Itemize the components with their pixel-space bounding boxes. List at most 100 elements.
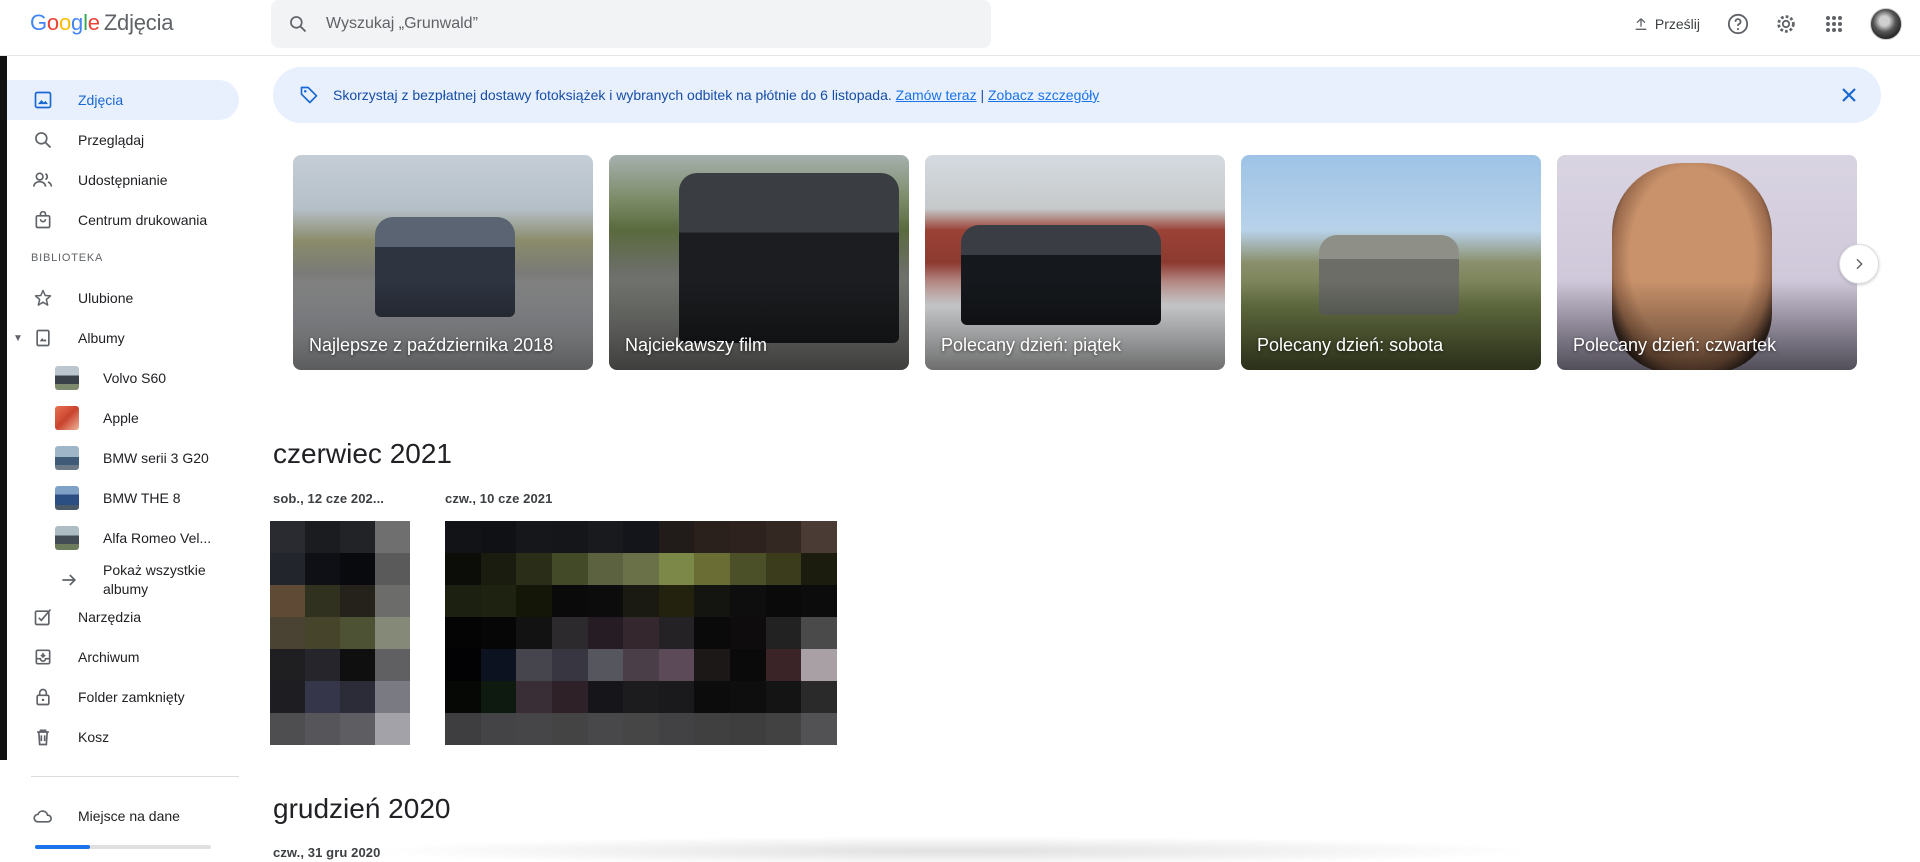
upload-label: Prześlij <box>1654 16 1700 32</box>
tag-icon <box>300 86 318 104</box>
search-placeholder: Wyszukaj „Grunwald” <box>326 15 478 32</box>
people-icon <box>31 168 55 192</box>
sidebar-item-archive[interactable]: Archiwum <box>7 637 239 677</box>
search-bar[interactable]: Wyszukaj „Grunwald” <box>271 0 991 48</box>
memory-shade <box>1241 280 1541 370</box>
month-heading: czerwiec 2021 <box>273 438 452 469</box>
month-heading: grudzień 2020 <box>273 793 451 824</box>
tools-icon <box>31 605 55 629</box>
photo-icon <box>31 88 55 112</box>
album-thumbnail <box>55 366 79 390</box>
memory-card[interactable]: Polecany dzień: sobota <box>1241 155 1541 370</box>
app-logo[interactable]: Google Zdjęcia <box>30 10 174 36</box>
window-edge <box>0 0 7 760</box>
sidebar-item-label: Archiwum <box>78 649 140 665</box>
memory-card[interactable]: Polecany dzień: piątek <box>925 155 1225 370</box>
sidebar-item-label: Udostępnianie <box>78 172 168 188</box>
sidebar-item-label: Folder zamknięty <box>78 689 185 705</box>
apps-icon[interactable] <box>1822 12 1846 36</box>
google-photos-window: Google Zdjęcia Wyszukaj „Grunwald” Prześl… <box>0 0 1920 862</box>
sidebar-item-trash[interactable]: Kosz <box>7 717 239 757</box>
sidebar-item-albums[interactable]: ▼ Albumy <box>7 318 239 358</box>
top-bar-actions: Prześlij <box>1633 0 1920 48</box>
archive-icon <box>31 645 55 669</box>
memory-caption: Najlepsze z października 2018 <box>309 335 554 355</box>
sidebar-item-label: Przeglądaj <box>78 132 145 148</box>
album-thumbnail <box>55 406 79 430</box>
storage-progress-bar <box>35 845 211 849</box>
see-details-link[interactable]: Zobacz szczegóły <box>988 87 1099 103</box>
show-all-label: Pokaż wszystkie albumy <box>103 562 206 597</box>
carousel-next-button[interactable] <box>1839 244 1879 284</box>
memory-shade <box>1557 280 1857 370</box>
close-icon[interactable] <box>1837 83 1861 107</box>
day-heading[interactable]: czw., 10 cze 2021 <box>445 491 552 506</box>
memory-caption: Polecany dzień: czwartek <box>1573 335 1777 355</box>
order-now-link[interactable]: Zamów teraz <box>896 87 977 103</box>
upload-icon <box>1635 18 1647 30</box>
album-icon <box>31 326 55 350</box>
memory-card[interactable]: Najlepsze z października 2018 <box>293 155 593 370</box>
banner-text: Skorzystaj z bezpłatnej dostawy fotoksią… <box>333 87 1099 103</box>
lock-icon <box>31 685 55 709</box>
sidebar-item-label: Centrum drukowania <box>78 212 208 228</box>
scroll-shadow <box>360 836 1540 862</box>
album-label: BMW serii 3 G20 <box>103 450 209 466</box>
cloud-icon <box>31 804 55 828</box>
photo-thumbnail[interactable] <box>445 521 837 745</box>
sidebar-item-label: Zdjęcia <box>78 92 124 108</box>
sidebar-item-locked-folder[interactable]: Folder zamknięty <box>7 677 239 717</box>
album-thumbnail <box>55 486 79 510</box>
album-item[interactable]: Apple <box>7 398 239 438</box>
settings-icon[interactable] <box>1774 12 1798 36</box>
photo-thumbnail[interactable] <box>270 521 410 745</box>
chevron-right-icon <box>1856 258 1863 270</box>
sidebar-item-print-store[interactable]: Centrum drukowania <box>7 200 239 240</box>
sidebar-item-explore[interactable]: Przeglądaj <box>7 120 239 160</box>
sidebar-divider <box>31 776 239 777</box>
search-icon <box>290 16 307 33</box>
storage-progress-fill <box>35 845 90 849</box>
promo-banner: Skorzystaj z bezpłatnej dostawy fotoksią… <box>273 67 1881 123</box>
memory-shade <box>609 280 909 370</box>
memory-caption: Polecany dzień: sobota <box>1257 335 1444 355</box>
sidebar-item-favorites[interactable]: Ulubione <box>7 278 239 318</box>
album-item[interactable]: BMW serii 3 G20 <box>7 438 239 478</box>
sidebar-item-sharing[interactable]: Udostępnianie <box>7 160 239 200</box>
banner-separator: | <box>980 87 985 103</box>
sidebar-item-utilities[interactable]: Narzędzia <box>7 597 239 637</box>
google-wordmark: Google <box>30 10 100 35</box>
album-label: BMW THE 8 <box>103 490 181 506</box>
top-bar: Google Zdjęcia Wyszukaj „Grunwald” Prześl… <box>0 0 1920 56</box>
album-item[interactable]: Volvo S60 <box>7 358 239 398</box>
memory-card[interactable]: Polecany dzień: czwartek <box>1557 155 1857 370</box>
sidebar-item-storage[interactable]: Miejsce na dane <box>7 796 239 836</box>
sidebar-item-label: Miejsce na dane <box>78 808 180 824</box>
banner-message: Skorzystaj z bezpłatnej dostawy fotoksią… <box>333 87 892 103</box>
album-item[interactable]: Alfa Romeo Vel... <box>7 518 239 558</box>
sidebar-item-label: Ulubione <box>78 290 134 306</box>
memory-caption: Najciekawszy film <box>625 335 768 355</box>
upload-button[interactable]: Prześlij <box>1633 16 1700 32</box>
sidebar-item-label: Albumy <box>78 330 125 346</box>
search-icon <box>31 128 55 152</box>
chevron-down-icon[interactable]: ▼ <box>13 333 23 344</box>
memory-caption: Polecany dzień: piątek <box>941 335 1122 355</box>
show-all-albums-link[interactable]: Pokaż wszystkie albumy <box>7 558 239 602</box>
memory-shade <box>925 280 1225 370</box>
help-icon[interactable] <box>1726 12 1750 36</box>
album-label: Apple <box>103 410 139 426</box>
avatar[interactable] <box>1870 8 1902 40</box>
trash-icon <box>31 725 55 749</box>
album-thumbnail <box>55 526 79 550</box>
sidebar-item-label: Narzędzia <box>78 609 142 625</box>
sidebar: Zdjęcia Przeglądaj Udostępnianie Centrum… <box>7 56 239 862</box>
memory-card[interactable]: Najciekawszy film <box>609 155 909 370</box>
album-item[interactable]: BMW THE 8 <box>7 478 239 518</box>
library-section-label: BIBLIOTEKA <box>31 252 104 264</box>
product-name: Zdjęcia <box>103 10 174 35</box>
sidebar-item-photos[interactable]: Zdjęcia <box>7 80 239 120</box>
day-heading[interactable]: sob., 12 cze 202... <box>273 491 384 506</box>
shopping-bag-icon <box>31 208 55 232</box>
album-label: Alfa Romeo Vel... <box>103 530 212 546</box>
